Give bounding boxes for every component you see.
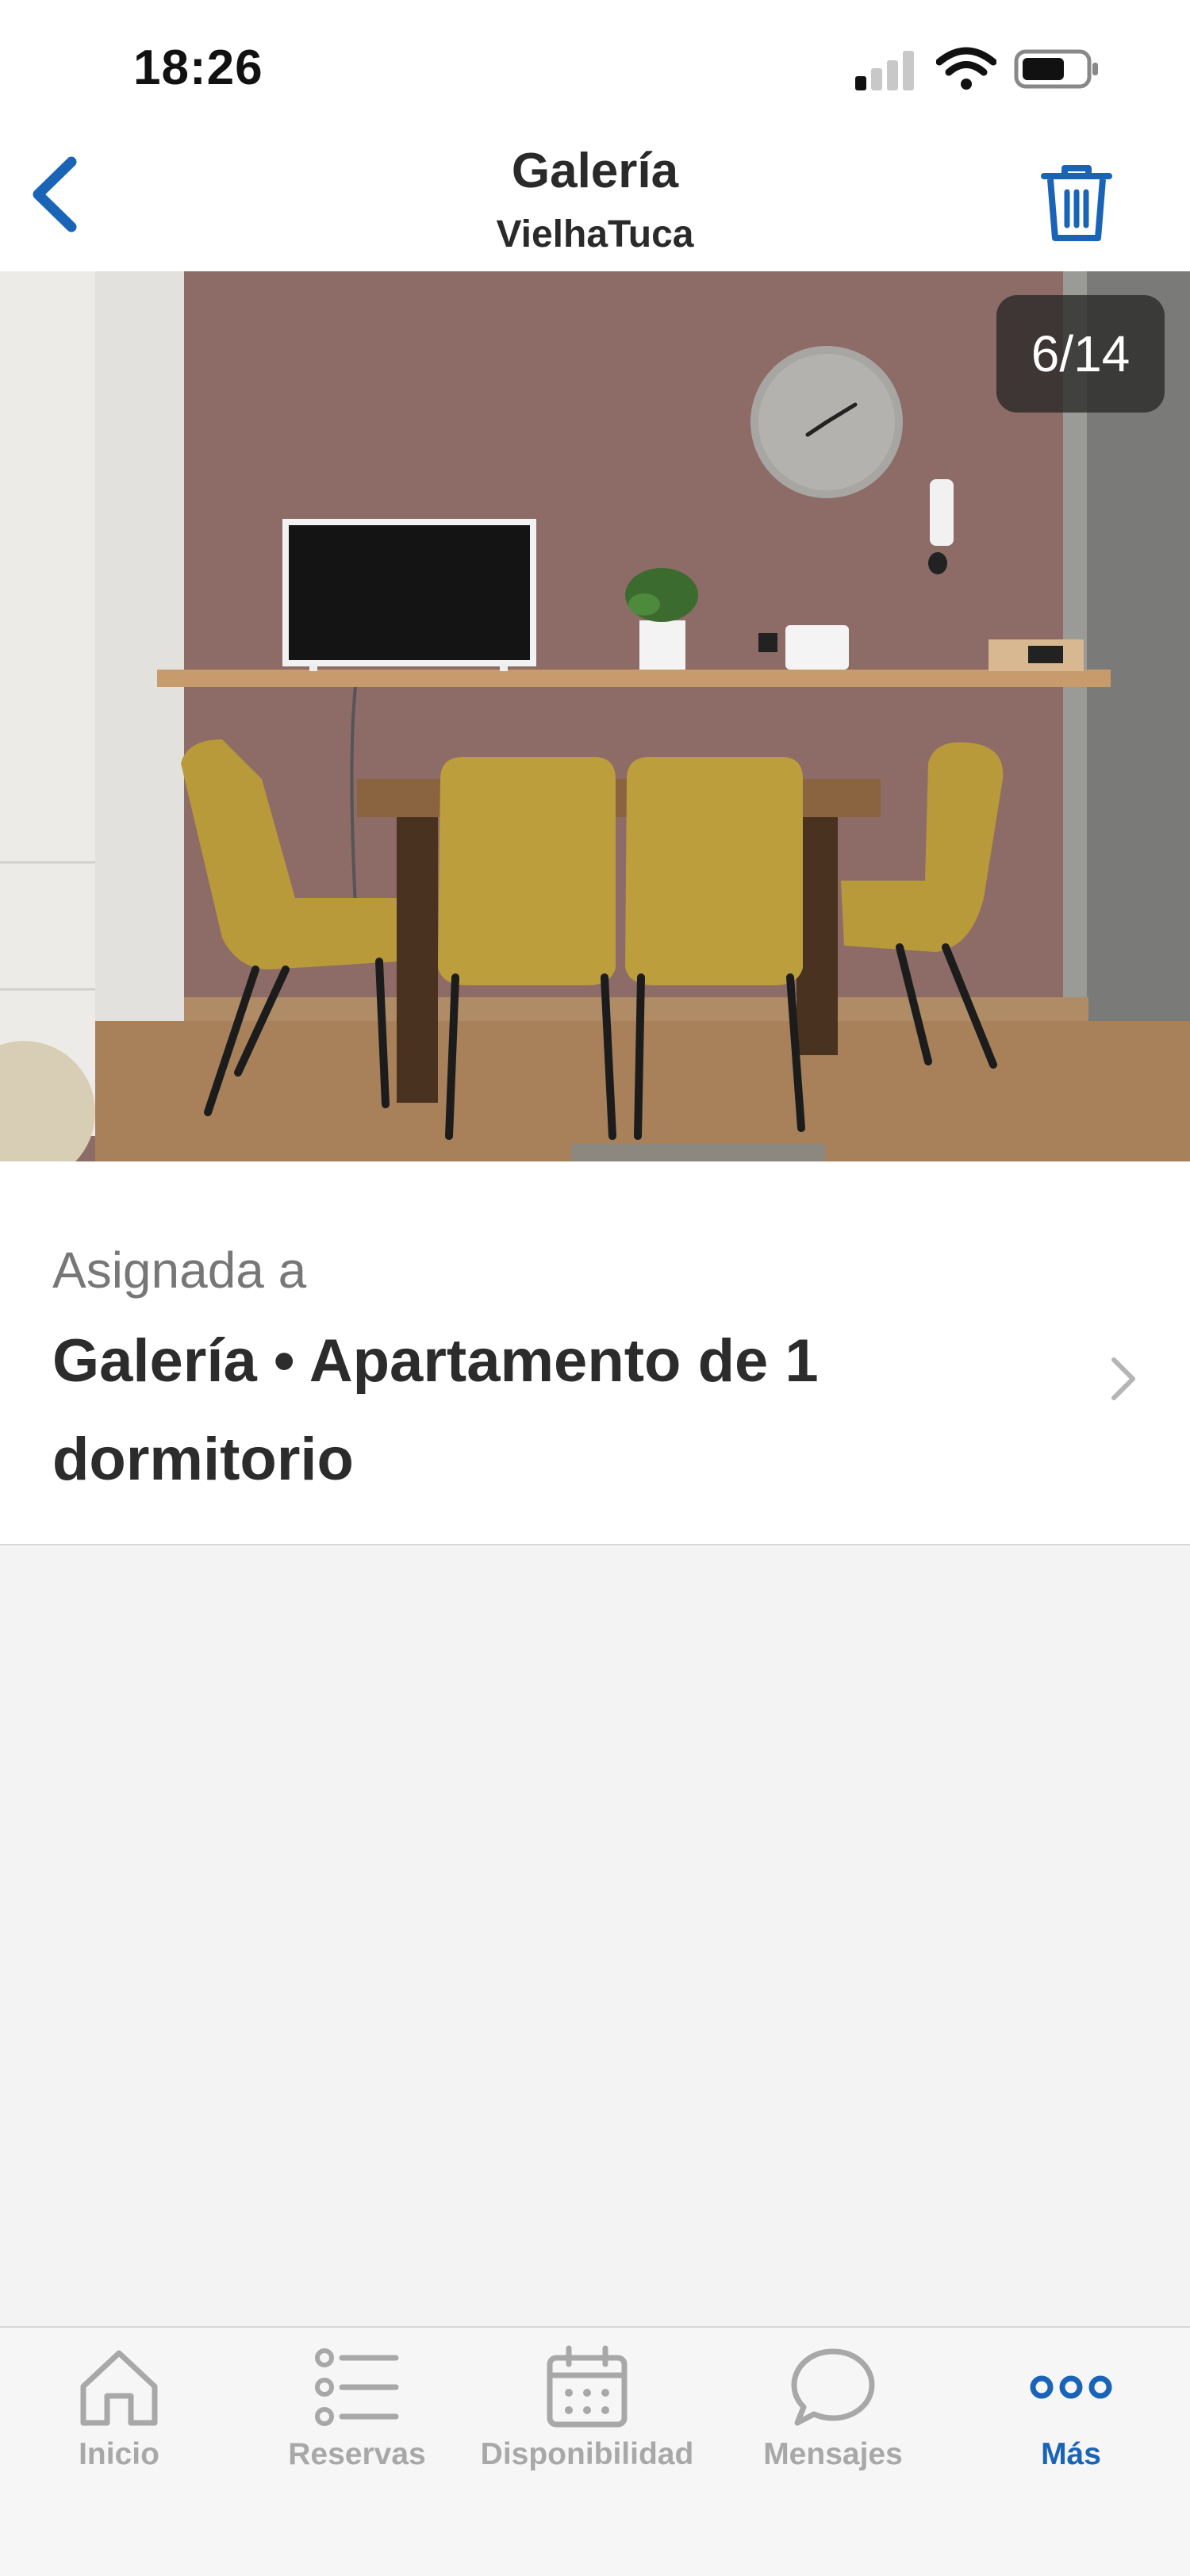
- wifi-icon: [936, 47, 996, 90]
- chat-icon: [791, 2348, 875, 2426]
- status-time: 18:26: [133, 40, 263, 95]
- assignment-value: Galería • Apartamento de 1 dormitorio: [52, 1327, 819, 1493]
- tab-bar: Inicio Reservas Disponibilidad Mensajes: [0, 2326, 1190, 2576]
- tab-label: Disponibilidad: [480, 2437, 694, 2471]
- assignment-row[interactable]: Asignada a Galería • Apartamento de 1 do…: [0, 1161, 1190, 1545]
- battery-icon: [1014, 49, 1098, 89]
- tab-label: Inicio: [79, 2437, 159, 2471]
- more-icon: [1030, 2375, 1112, 2399]
- cellular-signal-icon: [855, 49, 919, 90]
- assignment-label: Asignada a: [52, 1242, 307, 1299]
- tab-label: Más: [1041, 2437, 1101, 2471]
- page-subtitle: VielhaTuca: [496, 213, 694, 255]
- tab-label: Mensajes: [763, 2437, 903, 2471]
- status-bar: 18:26: [0, 0, 1190, 135]
- chevron-right-icon: [1111, 1357, 1135, 1400]
- tab-reservas[interactable]: Reservas: [270, 2344, 444, 2534]
- list-icon: [315, 2348, 399, 2426]
- home-icon: [80, 2350, 158, 2426]
- tab-mas[interactable]: Más: [984, 2344, 1158, 2534]
- tab-inicio[interactable]: Inicio: [32, 2344, 206, 2534]
- page-title: Galería: [511, 144, 679, 198]
- tab-disponibilidad[interactable]: Disponibilidad: [468, 2344, 706, 2534]
- calendar-icon: [547, 2345, 628, 2428]
- tab-mensajes[interactable]: Mensajes: [738, 2344, 928, 2534]
- photo-counter-badge: 6/14: [996, 295, 1165, 413]
- tab-label: Reservas: [288, 2437, 426, 2471]
- trash-icon[interactable]: [1033, 159, 1120, 246]
